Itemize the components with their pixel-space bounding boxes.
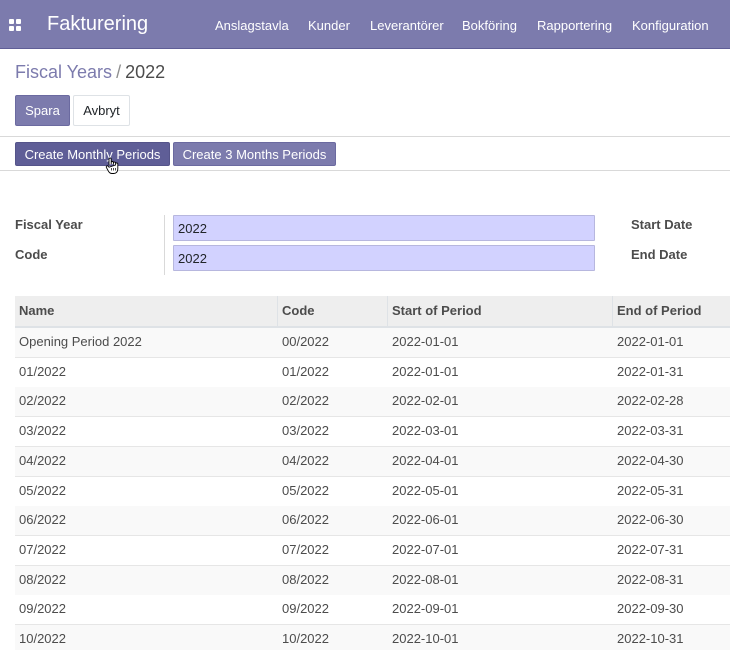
cell-name: 01/2022	[19, 363, 66, 379]
cell-code: 07/2022	[282, 541, 329, 557]
code-input[interactable]	[173, 245, 595, 271]
cell-code: 01/2022	[282, 363, 329, 379]
column-header-code[interactable]: Code	[278, 296, 388, 326]
menu-item-configuration[interactable]: Konfiguration	[632, 18, 709, 33]
cell-start: 2022-07-01	[392, 541, 459, 557]
cell-name: 07/2022	[19, 541, 66, 557]
menu-item-vendors[interactable]: Leverantörer	[370, 18, 444, 33]
create-3-months-periods-button[interactable]: Create 3 Months Periods	[173, 142, 336, 166]
save-button[interactable]: Spara	[15, 95, 70, 126]
table-row[interactable]: 05/2022 05/2022 2022-05-01 2022-05-31	[15, 476, 730, 507]
cell-start: 2022-02-01	[392, 393, 459, 409]
start-date-label: Start Date	[631, 217, 693, 232]
cell-end: 2022-10-31	[617, 631, 684, 646]
menu-item-customers[interactable]: Kunder	[308, 18, 350, 33]
code-label: Code	[15, 247, 48, 262]
cell-name: 05/2022	[19, 482, 66, 498]
column-header-start[interactable]: Start of Period	[388, 296, 613, 326]
menu-item-dashboard[interactable]: Anslagstavla	[215, 18, 289, 33]
statusbar-divider	[0, 170, 730, 171]
cell-end: 2022-07-31	[617, 541, 684, 557]
cell-start: 2022-01-01	[392, 363, 459, 379]
cell-name: 02/2022	[19, 393, 66, 409]
cell-name: 09/2022	[19, 601, 66, 617]
cell-name: 10/2022	[19, 631, 66, 646]
cell-end: 2022-01-01	[617, 334, 684, 349]
cell-end: 2022-04-30	[617, 452, 684, 468]
table-row[interactable]: 06/2022 06/2022 2022-06-01 2022-06-30	[15, 506, 730, 537]
label-divider	[164, 215, 165, 275]
table-row[interactable]: 04/2022 04/2022 2022-04-01 2022-04-30	[15, 446, 730, 477]
fiscal-year-label: Fiscal Year	[15, 217, 83, 232]
cell-name: 03/2022	[19, 423, 66, 439]
cell-code: 02/2022	[282, 393, 329, 409]
breadcrumb-separator: /	[116, 62, 122, 82]
cell-name: Opening Period 2022	[19, 334, 142, 349]
cell-end: 2022-05-31	[617, 482, 684, 498]
table-row[interactable]: 01/2022 01/2022 2022-01-01 2022-01-31	[15, 357, 730, 388]
cell-start: 2022-05-01	[392, 482, 459, 498]
main-menu: Anslagstavla Kunder Leverantörer Bokföri…	[0, 18, 730, 34]
cell-code: 04/2022	[282, 452, 329, 468]
menu-item-reporting[interactable]: Rapportering	[537, 18, 612, 33]
cell-name: 06/2022	[19, 512, 66, 528]
cell-end: 2022-08-31	[617, 571, 684, 587]
cell-end: 2022-09-30	[617, 601, 684, 617]
table-row[interactable]: 08/2022 08/2022 2022-08-01 2022-08-31	[15, 565, 730, 596]
column-header-end[interactable]: End of Period	[613, 296, 730, 326]
cell-end: 2022-03-31	[617, 423, 684, 439]
cell-code: 00/2022	[282, 334, 329, 349]
table-header: Name Code Start of Period End of Period	[15, 296, 730, 328]
top-navbar: Fakturering Anslagstavla Kunder Leverant…	[0, 0, 730, 49]
cell-start: 2022-09-01	[392, 601, 459, 617]
cell-code: 06/2022	[282, 512, 329, 528]
cell-start: 2022-06-01	[392, 512, 459, 528]
fiscal-year-input[interactable]	[173, 215, 595, 241]
table-row[interactable]: 03/2022 03/2022 2022-03-01 2022-03-31	[15, 417, 730, 448]
cell-start: 2022-04-01	[392, 452, 459, 468]
table-row[interactable]: 10/2022 10/2022 2022-10-01 2022-10-31	[15, 625, 730, 650]
cell-name: 04/2022	[19, 452, 66, 468]
table-row[interactable]: 02/2022 02/2022 2022-02-01 2022-02-28	[15, 387, 730, 418]
control-panel-divider	[0, 136, 730, 137]
cell-code: 08/2022	[282, 571, 329, 587]
cell-start: 2022-10-01	[392, 631, 459, 646]
cell-end: 2022-01-31	[617, 363, 684, 379]
table-row[interactable]: Opening Period 2022 00/2022 2022-01-01 2022…	[15, 328, 730, 358]
cell-code: 09/2022	[282, 601, 329, 617]
cell-end: 2022-02-28	[617, 393, 684, 409]
cell-start: 2022-08-01	[392, 571, 459, 587]
column-header-name[interactable]: Name	[15, 296, 278, 326]
cancel-button[interactable]: Avbryt	[73, 95, 130, 126]
create-monthly-periods-button[interactable]: Create Monthly Periods	[15, 142, 170, 166]
cell-code: 10/2022	[282, 631, 329, 646]
cell-end: 2022-06-30	[617, 512, 684, 528]
table-row[interactable]: 07/2022 07/2022 2022-07-01 2022-07-31	[15, 535, 730, 566]
cell-code: 05/2022	[282, 482, 329, 498]
table-row[interactable]: 09/2022 09/2022 2022-09-01 2022-09-30	[15, 595, 730, 626]
breadcrumb: Fiscal Years/2022	[15, 62, 165, 83]
end-date-label: End Date	[631, 247, 688, 262]
cell-start: 2022-01-01	[392, 334, 459, 349]
cell-code: 03/2022	[282, 423, 329, 439]
cell-name: 08/2022	[19, 571, 66, 587]
breadcrumb-parent[interactable]: Fiscal Years	[15, 62, 112, 82]
cell-start: 2022-03-01	[392, 423, 459, 439]
menu-item-accounting[interactable]: Bokföring	[462, 18, 517, 33]
breadcrumb-current: 2022	[125, 62, 166, 82]
